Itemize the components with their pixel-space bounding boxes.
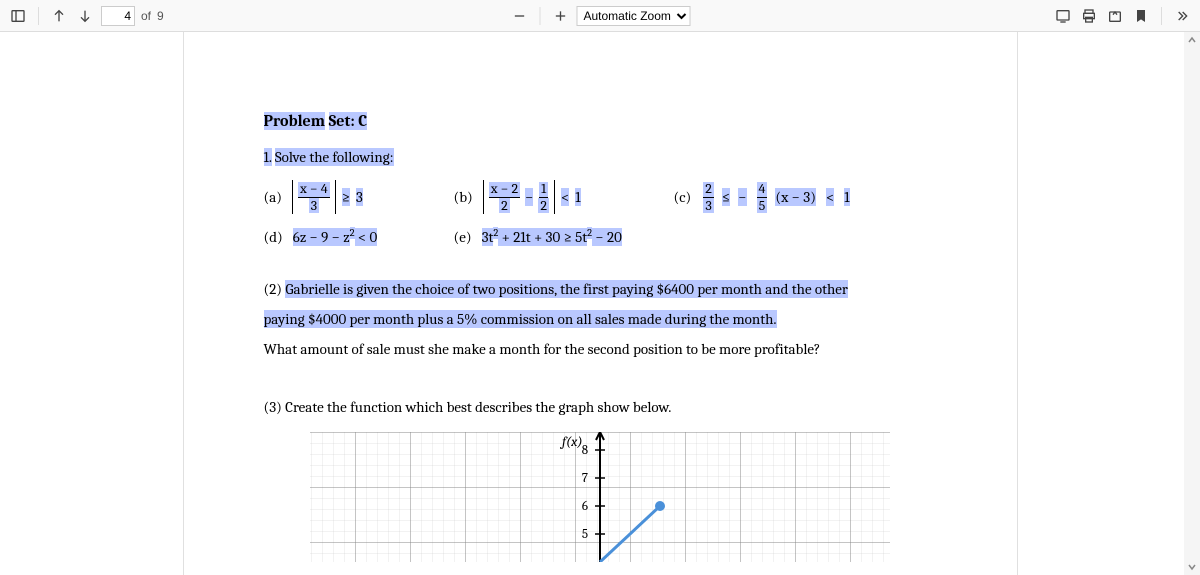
q1-heading: 1. Solve the following: (264, 148, 937, 166)
vertical-scrollbar[interactable] (1184, 32, 1200, 575)
eq-a: (a) x − 43 ≥ 3 (264, 180, 454, 214)
eq-d: (d) 6z − 9 − z2 < 0 (264, 228, 454, 246)
eq-b: (b) x − 22 − 12 < 1 (454, 180, 674, 214)
sidebar-toggle-icon[interactable] (8, 6, 28, 26)
eq-e: (e) 3t2 + 21t + 30 ≥ 5t2 − 20 (454, 228, 622, 246)
scroll-down-icon[interactable] (1187, 559, 1197, 575)
more-icon[interactable] (1172, 6, 1192, 26)
zoom-out-icon[interactable] (510, 6, 530, 26)
page-number-input[interactable] (101, 6, 135, 26)
equation-row-1: (a) x − 43 ≥ 3 (b) x − 22 − 12 < 1 (c) 2… (264, 180, 937, 214)
bookmark-icon[interactable] (1131, 6, 1151, 26)
zoom-in-icon[interactable] (551, 6, 571, 26)
svg-text:f(x): f(x) (559, 433, 583, 450)
page-of-label: of (141, 9, 151, 23)
prev-page-icon[interactable] (49, 6, 69, 26)
divider (38, 7, 39, 25)
print-icon[interactable] (1079, 6, 1099, 26)
function-graph: 8 7 6 5 f(x) (300, 432, 900, 562)
problem-set-title: Problem Set: C (264, 112, 937, 130)
zoom-select[interactable]: Automatic Zoom (577, 6, 691, 26)
graph-container: 8 7 6 5 f(x) (264, 432, 937, 562)
equation-row-2: (d) 6z − 9 − z2 < 0 (e) 3t2 + 21t + 30 ≥… (264, 228, 937, 246)
scroll-up-icon[interactable] (1187, 32, 1197, 48)
open-icon[interactable] (1105, 6, 1125, 26)
next-page-icon[interactable] (75, 6, 95, 26)
divider (540, 7, 541, 25)
svg-text:5: 5 (582, 527, 588, 542)
pdf-viewer: Problem Set: C 1. Solve the following: (… (0, 32, 1200, 575)
toolbar-right (1053, 6, 1192, 26)
divider (1161, 7, 1162, 25)
pdf-page: Problem Set: C 1. Solve the following: (… (183, 32, 1018, 575)
zoom-controls: Automatic Zoom (510, 6, 691, 26)
eq-c: (c) 23 ≤ − 45 (x − 3) < 1 (674, 182, 850, 213)
question-2: (2) Gabrielle is given the choice of two… (264, 274, 937, 364)
presentation-icon[interactable] (1053, 6, 1073, 26)
svg-text:7: 7 (582, 471, 588, 486)
svg-text:6: 6 (582, 499, 588, 514)
question-3: (3) Create the function which best descr… (264, 392, 937, 422)
pdf-toolbar: of 9 Automatic Zoom (0, 0, 1200, 32)
page-total-label: 9 (157, 9, 164, 23)
